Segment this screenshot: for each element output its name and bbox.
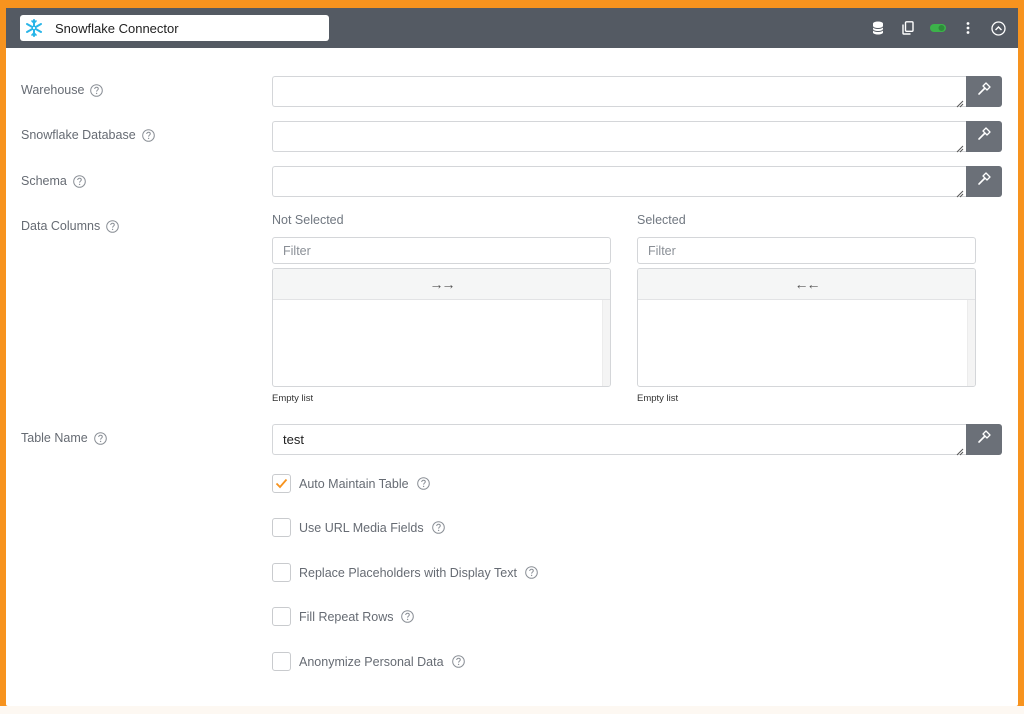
option-fill-repeat-rows: Fill Repeat Rows: [272, 607, 415, 626]
option-auto-maintain-table: Auto Maintain Table: [272, 474, 430, 493]
data-columns-label-text: Data Columns: [21, 219, 101, 233]
help-icon[interactable]: [431, 521, 445, 534]
hammer-icon: [977, 172, 991, 191]
replace-placeholders-label: Replace Placeholders with Display Text: [299, 565, 517, 580]
more-icon[interactable]: [960, 20, 976, 36]
selected-filter-input[interactable]: [637, 237, 976, 264]
move-all-right-button[interactable]: →→: [273, 269, 610, 300]
warehouse-input[interactable]: [272, 76, 966, 108]
resize-grip-icon[interactable]: [956, 96, 964, 108]
schema-label-text: Schema: [21, 174, 67, 188]
option-use-url-media-fields: Use URL Media Fields: [272, 518, 445, 537]
title-field[interactable]: Snowflake Connector: [20, 15, 329, 41]
not-selected-list[interactable]: →→: [272, 268, 611, 387]
collapse-icon[interactable]: [990, 20, 1006, 36]
database-label: Snowflake Database: [21, 128, 155, 142]
header-actions: [870, 8, 1006, 48]
hammer-icon: [977, 82, 991, 101]
selected-empty-text: Empty list: [637, 393, 679, 404]
warehouse-picker-button[interactable]: [966, 76, 1002, 107]
use-url-media-fields-label: Use URL Media Fields: [299, 520, 424, 535]
not-selected-scrollbar[interactable]: [602, 300, 610, 386]
database-input[interactable]: [272, 121, 966, 153]
database-icon[interactable]: [870, 20, 886, 36]
help-icon[interactable]: [401, 610, 415, 623]
help-icon[interactable]: [416, 477, 430, 490]
not-selected-empty-text: Empty list: [272, 393, 314, 404]
hammer-icon: [977, 127, 991, 146]
auto-maintain-table-label: Auto Maintain Table: [299, 476, 409, 491]
toggle-icon[interactable]: [930, 20, 946, 36]
panel-header: Snowflake Connector: [6, 8, 1018, 48]
connector-title: Snowflake Connector: [55, 20, 179, 36]
table-name-input[interactable]: test: [272, 424, 966, 456]
table-name-label: Table Name: [21, 431, 107, 445]
database-label-text: Snowflake Database: [21, 128, 136, 142]
help-icon[interactable]: [73, 174, 86, 188]
schema-label: Schema: [21, 174, 86, 188]
connector-panel: Snowflake Connector Warehouse Snowflake …: [6, 8, 1018, 706]
replace-placeholders-checkbox[interactable]: [272, 563, 291, 582]
anonymize-personal-data-label: Anonymize Personal Data: [299, 654, 444, 669]
warehouse-label-text: Warehouse: [21, 83, 85, 97]
auto-maintain-table-checkbox[interactable]: [272, 474, 291, 493]
selected-list[interactable]: ←←: [637, 268, 976, 387]
warehouse-row: [272, 76, 1002, 108]
page-background: [0, 706, 1024, 714]
checkmark-icon: [275, 478, 288, 489]
option-replace-placeholders: Replace Placeholders with Display Text: [272, 563, 538, 582]
schema-row: [272, 166, 1002, 198]
fill-repeat-rows-checkbox[interactable]: [272, 607, 291, 626]
hammer-icon: [977, 430, 991, 449]
selected-scrollbar[interactable]: [967, 300, 975, 386]
selected-title: Selected: [637, 213, 686, 227]
database-row: [272, 121, 1002, 153]
use-url-media-fields-checkbox[interactable]: [272, 518, 291, 537]
data-columns-label: Data Columns: [21, 219, 120, 233]
resize-grip-icon[interactable]: [956, 141, 964, 153]
table-name-picker-button[interactable]: [966, 424, 1002, 455]
schema-picker-button[interactable]: [966, 166, 1002, 197]
table-name-row: test: [272, 424, 1002, 456]
move-all-left-button[interactable]: ←←: [638, 269, 975, 300]
help-icon[interactable]: [93, 431, 107, 445]
resize-grip-icon[interactable]: [956, 186, 964, 198]
database-picker-button[interactable]: [966, 121, 1002, 152]
help-icon[interactable]: [451, 655, 465, 668]
option-anonymize-personal-data: Anonymize Personal Data: [272, 652, 465, 671]
snowflake-logo-icon: [24, 18, 44, 38]
not-selected-filter-input[interactable]: [272, 237, 611, 264]
copy-icon[interactable]: [900, 20, 916, 36]
table-name-label-text: Table Name: [21, 431, 88, 445]
fill-repeat-rows-label: Fill Repeat Rows: [299, 609, 394, 624]
table-name-value: test: [283, 432, 304, 447]
help-icon[interactable]: [106, 219, 120, 233]
anonymize-personal-data-checkbox[interactable]: [272, 652, 291, 671]
help-icon[interactable]: [525, 566, 538, 579]
not-selected-title: Not Selected: [272, 213, 344, 227]
resize-grip-icon[interactable]: [956, 444, 964, 456]
warehouse-label: Warehouse: [21, 83, 104, 97]
schema-input[interactable]: [272, 166, 966, 198]
help-icon[interactable]: [141, 128, 155, 142]
help-icon[interactable]: [90, 83, 104, 97]
